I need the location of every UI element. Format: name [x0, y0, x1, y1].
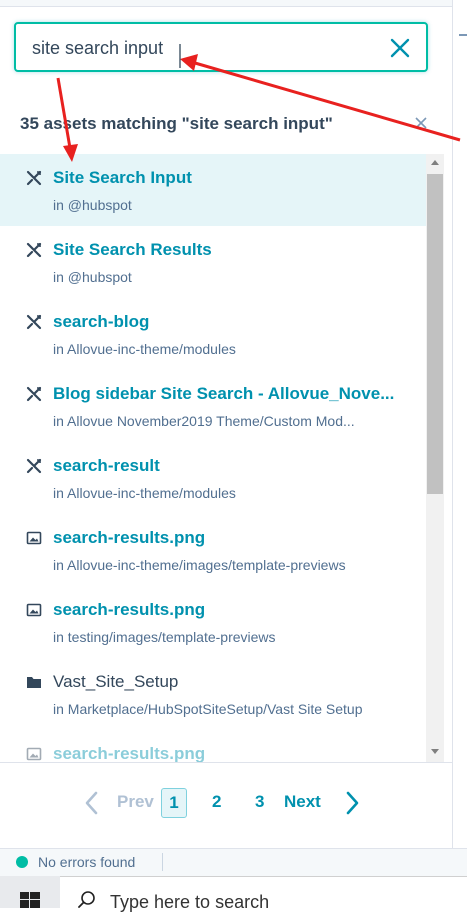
result-title[interactable]: Site Search Input [53, 168, 403, 188]
chevron-right-icon[interactable] [342, 790, 362, 816]
result-title[interactable]: search-results.png [53, 744, 403, 762]
status-ok-icon [16, 856, 28, 868]
divider [0, 762, 453, 763]
result-item[interactable]: Blog sidebar Site Search - Allovue_Nove.… [0, 370, 426, 442]
result-path: in Marketplace/HubSpotSiteSetup/Vast Sit… [53, 701, 363, 717]
status-text: No errors found [38, 854, 136, 870]
result-path: in Allovue November2019 Theme/Custom Mod… [53, 413, 355, 429]
chevron-left-icon[interactable] [82, 790, 102, 816]
search-icon [78, 891, 95, 908]
result-item[interactable]: search-results.png in testing/images/temp… [0, 586, 426, 658]
result-path: in Allovue-inc-theme/modules [53, 341, 236, 357]
status-separator [162, 853, 163, 871]
result-item[interactable]: Site Search Results in @hubspot [0, 226, 426, 298]
result-item[interactable]: search-blog in Allovue-inc-theme/modules [0, 298, 426, 370]
results-list: Site Search Input in @hubspot Site Search … [0, 154, 426, 762]
edge-notch [459, 34, 467, 46]
results-count-header: 35 assets matching "site search input" [20, 114, 333, 133]
start-button[interactable] [0, 876, 60, 908]
result-path: in @hubspot [53, 269, 132, 285]
module-icon [26, 170, 42, 186]
results-scrollbar[interactable] [426, 154, 444, 762]
result-item[interactable]: Vast_Site_Setupin Marketplace/HubSpotSit… [0, 658, 426, 730]
search-field[interactable] [14, 22, 428, 72]
result-title[interactable]: Site Search Results [53, 240, 403, 260]
module-icon [26, 242, 42, 258]
scroll-thumb[interactable] [427, 174, 443, 494]
result-title[interactable]: search-blog [53, 312, 403, 332]
scroll-up-arrow[interactable] [431, 160, 439, 165]
result-title[interactable]: search-results.png [53, 528, 403, 548]
page-2-button[interactable]: 2 [212, 792, 221, 812]
taskbar-search[interactable]: Type here to search [60, 876, 467, 912]
clear-search-button[interactable] [388, 36, 412, 60]
right-panel-edge [452, 0, 467, 848]
pagination: Prev 1 2 3 Next [0, 782, 453, 826]
search-input[interactable] [30, 34, 374, 62]
page-current-button[interactable]: 1 [161, 788, 187, 818]
next-page-button[interactable]: Next [284, 792, 321, 812]
module-icon [26, 386, 42, 402]
status-bar: No errors found [0, 848, 467, 877]
close-icon [415, 117, 427, 129]
taskbar-search-placeholder: Type here to search [110, 892, 270, 912]
result-item[interactable]: Site Search Input in @hubspot [0, 154, 426, 226]
result-item[interactable]: search-result in Allovue-inc-theme/module… [0, 442, 426, 514]
prev-page-button[interactable]: Prev [117, 792, 154, 812]
module-icon [26, 458, 42, 474]
scroll-down-arrow[interactable] [431, 749, 439, 754]
result-path: in @hubspot [53, 197, 132, 213]
result-path: in testing/images/template-previews [53, 629, 276, 645]
result-title[interactable]: search-results.png [53, 600, 403, 620]
module-icon [26, 314, 42, 330]
folder-icon [26, 674, 42, 690]
image-icon [26, 602, 42, 618]
image-icon [26, 746, 42, 762]
top-strip [0, 0, 467, 7]
result-title[interactable]: Blog sidebar Site Search - Allovue_Nove.… [53, 384, 403, 404]
result-item[interactable]: search-results.png in Allovue-inc-theme/i… [0, 514, 426, 586]
taskbar: Type here to search [0, 876, 467, 912]
result-path: in Allovue-inc-theme/modules [53, 485, 236, 501]
page-3-button[interactable]: 3 [255, 792, 264, 812]
close-icon [390, 38, 410, 58]
result-title[interactable]: search-result [53, 456, 403, 476]
close-results-button[interactable] [414, 116, 428, 130]
windows-logo-icon [20, 892, 40, 908]
image-icon [26, 530, 42, 546]
result-path: in Allovue-inc-theme/images/template-pre… [53, 557, 346, 573]
result-item[interactable]: search-results.png [0, 730, 426, 762]
result-title[interactable]: Vast_Site_Setup [53, 672, 403, 692]
